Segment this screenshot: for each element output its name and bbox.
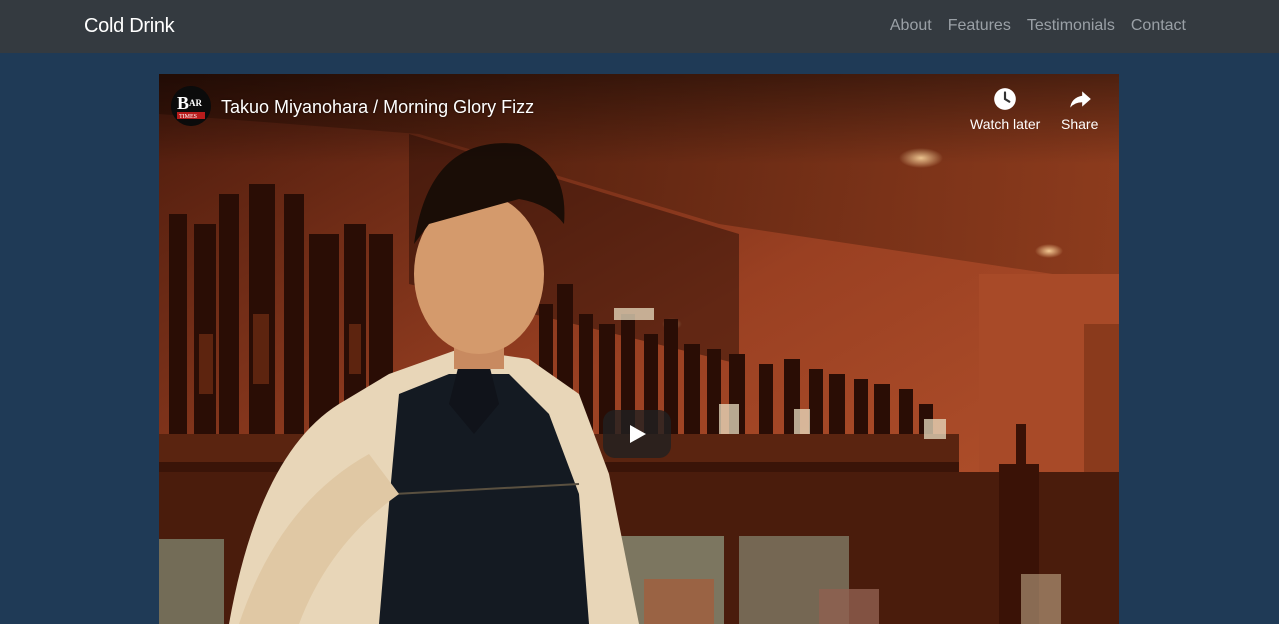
top-navbar: Cold Drink About Features Testimonials C… <box>0 0 1279 53</box>
svg-text:TIMES: TIMES <box>179 114 197 120</box>
watch-later-button[interactable]: Watch later <box>970 86 1040 132</box>
nav-link-about[interactable]: About <box>890 16 932 36</box>
watch-later-label: Watch later <box>970 116 1041 132</box>
svg-text:AR: AR <box>189 98 202 108</box>
play-icon <box>630 425 646 443</box>
channel-logo[interactable]: B AR TIMES <box>171 86 211 126</box>
play-button[interactable] <box>603 410 671 458</box>
nav-link-features[interactable]: Features <box>948 16 1011 36</box>
video-title[interactable]: Takuo Miyanohara / Morning Glory Fizz <box>221 96 534 118</box>
bar-times-logo-icon: B AR TIMES <box>171 86 211 126</box>
svg-text:B: B <box>177 93 189 113</box>
share-label: Share <box>1061 116 1099 132</box>
brand-link[interactable]: Cold Drink <box>84 14 175 38</box>
share-arrow-icon <box>1069 91 1091 108</box>
nav-link-contact[interactable]: Contact <box>1131 16 1186 36</box>
share-button[interactable]: Share <box>1061 86 1098 132</box>
embedded-video-player[interactable]: B AR TIMES Takuo Miyanohara / Morning Gl… <box>159 74 1119 624</box>
nav-link-testimonials[interactable]: Testimonials <box>1027 16 1115 36</box>
nav-links: About Features Testimonials Contact <box>890 16 1186 36</box>
clock-icon <box>994 88 1016 110</box>
